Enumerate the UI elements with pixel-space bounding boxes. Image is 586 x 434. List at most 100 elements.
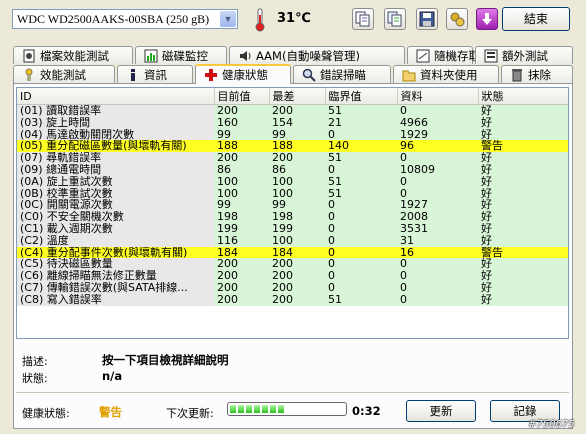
cell-id: (05) 重分配磁區數量(與壞軌有關) <box>17 140 214 153</box>
col-worst[interactable]: 最差 <box>269 88 326 105</box>
table-row[interactable]: (C1) 載入週期次數 199 199 0 3531 好 <box>17 222 568 235</box>
progress-segment <box>246 405 252 413</box>
options-button[interactable] <box>446 8 468 30</box>
table-row[interactable]: (0C) 開關電源次數 99 99 0 1927 好 <box>17 199 568 212</box>
col-threshold[interactable]: 臨界值 <box>325 88 398 105</box>
col-status[interactable]: 狀態 <box>478 88 568 105</box>
download-button[interactable] <box>476 8 498 30</box>
countdown: 0:32 <box>352 404 381 418</box>
smart-table[interactable]: ID 目前值 最差 臨界值 資料 狀態 (01) 讀取錯誤率 200 200 51 0 好… <box>16 87 569 339</box>
tab-file-benchmark[interactable]: 檔案效能測試 <box>13 46 133 64</box>
cell-worst: 184 <box>269 246 325 259</box>
table-row[interactable]: (07) 尋軌錯誤率 200 200 51 0 好 <box>17 152 568 164</box>
cell-worst: 200 <box>269 281 325 294</box>
cell-status: 好 <box>478 211 568 223</box>
tab-random-access[interactable]: 隨機存取 <box>407 46 480 64</box>
exit-button[interactable]: 結束 <box>502 7 570 31</box>
cell-data: 31 <box>397 234 478 247</box>
cell-worst: 99 <box>269 199 325 212</box>
tab-benchmark[interactable]: 效能測試 <box>13 65 115 83</box>
copy-all-button[interactable] <box>384 8 406 30</box>
cell-worst: 200 <box>269 258 325 271</box>
save-icon <box>419 11 435 27</box>
table-row[interactable]: (C7) 傳輸錯誤次數(與SATA排線... 200 200 0 0 好 <box>17 281 568 294</box>
cell-data: 2008 <box>397 211 478 223</box>
table-row[interactable]: (04) 馬達啟動關閉次數 99 99 0 1929 好 <box>17 128 568 141</box>
col-data[interactable]: 資料 <box>397 88 479 105</box>
col-id[interactable]: ID <box>17 88 215 105</box>
drive-select[interactable]: WDC WD2500AAKS-00SBA (250 gB) ▼ <box>12 9 238 29</box>
cell-data: 0 <box>397 281 478 294</box>
cell-cur: 198 <box>214 211 269 223</box>
table-row[interactable]: (01) 讀取錯誤率 200 200 51 0 好 <box>17 104 568 117</box>
speaker-icon <box>238 49 252 63</box>
table-row[interactable]: (03) 旋上時間 160 154 21 4966 好 <box>17 116 568 129</box>
tab-health[interactable]: 健康狀態 <box>195 64 291 84</box>
state-value: n/a <box>102 369 123 383</box>
cell-data: 96 <box>397 140 478 153</box>
tab-erase[interactable]: 抹除 <box>501 65 573 83</box>
cell-id: (01) 讀取錯誤率 <box>17 104 214 117</box>
cell-status: 警告 <box>478 246 568 259</box>
refresh-button[interactable]: 更新 <box>406 400 476 422</box>
extra-test-icon <box>484 49 498 63</box>
cell-worst: 154 <box>269 116 325 129</box>
cell-worst: 86 <box>269 163 325 176</box>
cell-id: (C5) 待決磁區數量 <box>17 258 214 271</box>
chevron-down-icon[interactable]: ▼ <box>220 11 236 27</box>
cell-thr: 0 <box>325 270 397 282</box>
table-row[interactable]: (09) 總通電時間 86 86 0 10809 好 <box>17 163 568 176</box>
table-row[interactable]: (0A) 旋上重試次數 100 100 51 0 好 <box>17 175 568 188</box>
options-icon <box>450 12 465 27</box>
copy-all-icon <box>387 11 402 27</box>
cell-status: 好 <box>478 152 568 164</box>
cell-thr: 51 <box>325 152 397 164</box>
cell-worst: 200 <box>269 293 325 306</box>
cell-data: 0 <box>397 152 478 164</box>
cell-thr: 0 <box>325 281 397 294</box>
table-row[interactable]: (05) 重分配磁區數量(與壞軌有關) 188 188 140 96 警告 <box>17 140 568 153</box>
table-row[interactable]: (0B) 校準重試次數 100 100 51 0 好 <box>17 187 568 200</box>
tab-aam[interactable]: AAM(自動噪聲管理) <box>229 46 405 64</box>
state-label: 狀態: <box>22 372 48 385</box>
cell-id: (07) 尋軌錯誤率 <box>17 152 214 164</box>
cell-id: (C0) 不安全關機次數 <box>17 211 214 223</box>
cell-thr: 0 <box>325 199 397 212</box>
table-row[interactable]: (C5) 待決磁區數量 200 200 0 0 好 <box>17 258 568 271</box>
save-button[interactable] <box>416 8 438 30</box>
cell-cur: 199 <box>214 222 269 235</box>
table-row[interactable]: (C6) 離線掃瞄無法修正數量 200 200 0 0 好 <box>17 270 568 282</box>
benchmark-icon <box>22 68 36 82</box>
random-access-icon <box>416 49 430 63</box>
health-cross-icon <box>204 68 218 82</box>
cell-status: 好 <box>478 199 568 212</box>
cell-cur: 116 <box>214 234 269 247</box>
tab-error-scan[interactable]: 錯誤掃瞄 <box>293 65 391 83</box>
cell-cur: 200 <box>214 258 269 271</box>
table-row[interactable]: (C2) 溫度 116 100 0 31 好 <box>17 234 568 247</box>
cell-worst: 100 <box>269 175 325 188</box>
cell-data: 0 <box>397 187 478 200</box>
cell-id: (03) 旋上時間 <box>17 116 214 129</box>
table-row[interactable]: (C0) 不安全關機次數 198 198 0 2008 好 <box>17 211 568 223</box>
tab-folder-usage[interactable]: 資料夾使用 <box>393 65 499 83</box>
col-current[interactable]: 目前值 <box>214 88 270 105</box>
cell-worst: 198 <box>269 211 325 223</box>
copy-button[interactable] <box>352 8 374 30</box>
cell-status: 好 <box>478 175 568 188</box>
table-row[interactable]: (C8) 寫入錯誤率 200 200 51 0 好 <box>17 293 568 306</box>
tab-info[interactable]: 資訊 <box>117 65 193 83</box>
erase-icon <box>510 68 524 82</box>
cell-thr: 0 <box>325 163 397 176</box>
cell-cur: 200 <box>214 281 269 294</box>
cell-thr: 51 <box>325 187 397 200</box>
thermometer-icon <box>252 8 268 32</box>
cell-thr: 0 <box>325 246 397 259</box>
tab-extra-tests[interactable]: 額外測試 <box>475 46 573 64</box>
tab-disk-monitor[interactable]: 磁碟監控 <box>135 46 227 64</box>
cell-cur: 160 <box>214 116 269 129</box>
cell-id: (C4) 重分配事件次數(與壞軌有關) <box>17 246 214 259</box>
table-row[interactable]: (C4) 重分配事件次數(與壞軌有關) 184 184 0 16 警告 <box>17 246 568 259</box>
cell-worst: 100 <box>269 187 325 200</box>
table-header: ID 目前值 最差 臨界值 資料 狀態 <box>17 88 568 105</box>
